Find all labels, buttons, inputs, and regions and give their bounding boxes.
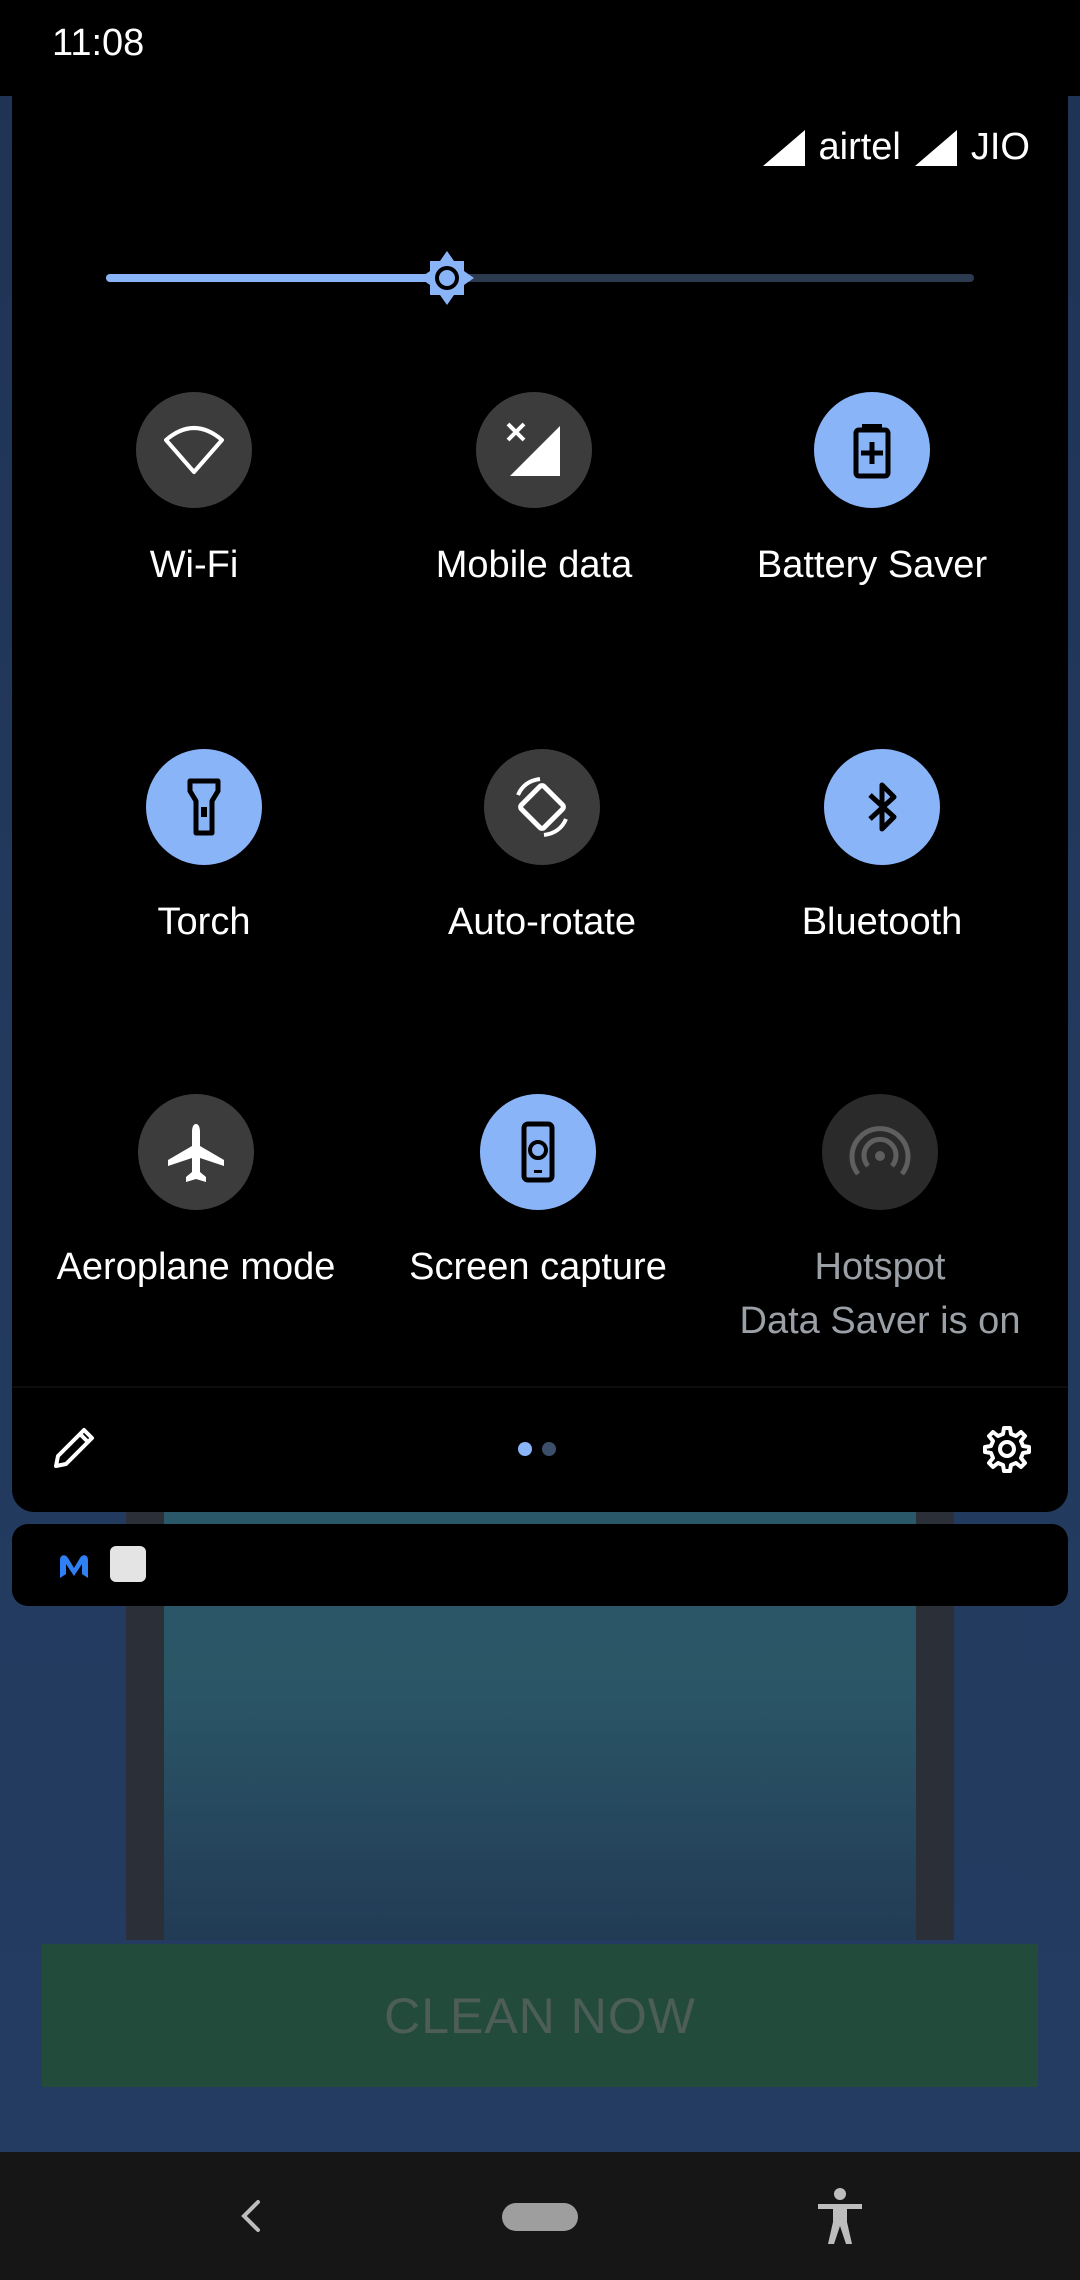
tile-label: Torch: [157, 901, 251, 943]
tile-label: Wi-Fi: [149, 544, 239, 586]
home-pill[interactable]: [502, 2203, 578, 2231]
tile-label: Battery Saver: [756, 544, 988, 586]
page-dot-1: [518, 1442, 532, 1456]
airplane-icon: [138, 1094, 254, 1210]
accessibility-icon[interactable]: [812, 2186, 868, 2246]
bluetooth-icon: [824, 749, 940, 865]
hotspot-icon: [822, 1094, 938, 1210]
screen-capture-icon: [480, 1094, 596, 1210]
carrier-row: airtel JIO: [761, 126, 1030, 169]
brightness-slider[interactable]: [106, 274, 974, 282]
signal-icon: [762, 129, 805, 166]
tile-screen-capture[interactable]: Screen capture: [368, 1094, 708, 1314]
tile-sublabel: Data Saver is on: [739, 1300, 1021, 1342]
tile-label: Bluetooth: [801, 901, 963, 943]
carrier-name-1: airtel: [818, 126, 901, 168]
battery-saver-icon: [814, 392, 930, 508]
tile-aeroplane-mode[interactable]: Aeroplane mode: [26, 1094, 366, 1314]
malwarebytes-icon: [60, 1555, 88, 1578]
tile-hotspot[interactable]: Hotspot Data Saver is on: [710, 1094, 1050, 1342]
tile-mobile-data[interactable]: Mobile data: [364, 392, 704, 612]
panel-divider: [12, 1386, 1068, 1388]
tile-auto-rotate[interactable]: Auto-rotate: [372, 749, 712, 969]
auto-rotate-icon: [484, 749, 600, 865]
brightness-slider-fill: [106, 274, 454, 282]
torch-icon: [146, 749, 262, 865]
tile-battery-saver[interactable]: Battery Saver: [702, 392, 1042, 612]
mobile-data-off-icon: [476, 392, 592, 508]
tile-label: Aeroplane mode: [56, 1246, 336, 1288]
tile-label: Auto-rotate: [448, 901, 636, 943]
carrier-name-2: JIO: [970, 126, 1030, 168]
tile-label: Hotspot: [814, 1246, 946, 1288]
gear-icon[interactable]: [982, 1424, 1032, 1474]
page-dot-2: [542, 1442, 556, 1456]
back-icon[interactable]: [224, 2188, 280, 2244]
notification-strip[interactable]: [12, 1524, 1068, 1606]
status-bar: 11:08: [0, 0, 1080, 96]
tile-torch[interactable]: Torch: [34, 749, 374, 969]
status-time: 11:08: [52, 22, 145, 64]
clean-now-button[interactable]: CLEAN NOW: [42, 1944, 1038, 2087]
page-indicator: [518, 1442, 556, 1456]
tile-wifi[interactable]: Wi-Fi: [24, 392, 364, 612]
brightness-thumb-icon[interactable]: [418, 249, 476, 307]
tile-bluetooth[interactable]: Bluetooth: [712, 749, 1052, 969]
notification-app-icon: [110, 1546, 146, 1582]
wifi-icon: [136, 392, 252, 508]
signal-icon: [914, 129, 957, 166]
tile-label: Screen capture: [409, 1246, 667, 1288]
tile-label: Mobile data: [435, 544, 633, 586]
edit-pencil-icon[interactable]: [50, 1422, 100, 1472]
